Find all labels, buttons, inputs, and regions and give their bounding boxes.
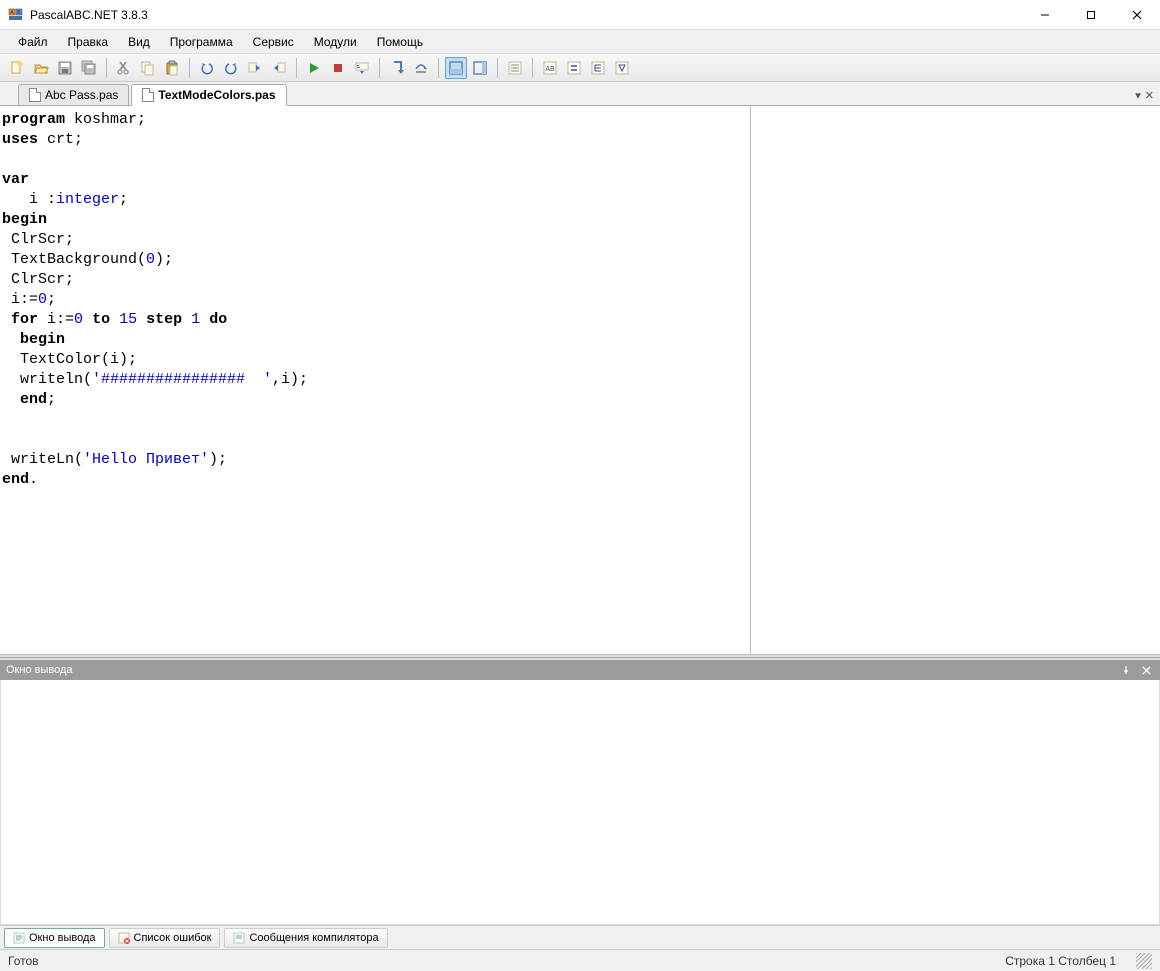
open-file-button[interactable] <box>30 57 52 79</box>
bottom-tab-errors[interactable]: Список ошибок <box>109 928 221 948</box>
tab-abc-pass[interactable]: Abc Pass.pas <box>18 84 129 105</box>
bottom-tab-label: Окно вывода <box>29 932 96 944</box>
step-into-button[interactable] <box>386 57 408 79</box>
bottom-tab-compiler[interactable]: Сообщения компилятора <box>224 928 387 948</box>
svg-text:AB: AB <box>545 66 555 73</box>
horizontal-splitter[interactable] <box>0 654 1160 660</box>
error-icon <box>118 932 130 944</box>
output-icon <box>13 932 25 944</box>
status-ready: Готов <box>8 954 1005 968</box>
toolbar-separator <box>296 58 297 78</box>
side-panel <box>750 106 1160 654</box>
menubar: Файл Правка Вид Программа Сервис Модули … <box>0 30 1160 54</box>
tab-dropdown-button[interactable]: ▾ <box>1135 89 1141 102</box>
maximize-button[interactable] <box>1068 0 1114 29</box>
undo-button[interactable] <box>196 57 218 79</box>
menu-edit[interactable]: Правка <box>58 32 119 52</box>
stop-button[interactable] <box>327 57 349 79</box>
nav-back-button[interactable] <box>244 57 266 79</box>
bottom-tab-label: Сообщения компилятора <box>249 932 378 944</box>
expand-button[interactable] <box>587 57 609 79</box>
output-panel-header: Окно вывода <box>0 660 1160 680</box>
pin-icon[interactable] <box>1118 662 1134 678</box>
output-panel-title: Окно вывода <box>6 664 1114 676</box>
close-panel-icon[interactable] <box>1138 662 1154 678</box>
cut-button[interactable] <box>113 57 135 79</box>
bottom-tab-label: Список ошибок <box>134 932 212 944</box>
format-button[interactable]: AB <box>539 57 561 79</box>
bottom-tab-output[interactable]: Окно вывода <box>4 928 105 948</box>
toggle-sidebar-button[interactable] <box>469 57 491 79</box>
menu-view[interactable]: Вид <box>118 32 160 52</box>
editor-tabs: Abc Pass.pas TextModeColors.pas ▾ ✕ <box>0 82 1160 106</box>
menu-program[interactable]: Программа <box>160 32 243 52</box>
copy-button[interactable] <box>137 57 159 79</box>
resize-grip-icon[interactable] <box>1136 953 1152 969</box>
menu-file[interactable]: Файл <box>8 32 58 52</box>
tab-label: TextModeColors.pas <box>158 88 275 102</box>
save-button[interactable] <box>54 57 76 79</box>
tab-textmodecolors[interactable]: TextModeColors.pas <box>131 84 286 106</box>
document-icon <box>29 88 41 102</box>
new-file-button[interactable] <box>6 57 28 79</box>
toolbar-separator <box>497 58 498 78</box>
toggle-output-panel-button[interactable] <box>445 57 467 79</box>
toolbar-separator <box>189 58 190 78</box>
redo-button[interactable] <box>220 57 242 79</box>
window-title: PascalABC.NET 3.8.3 <box>30 8 1022 22</box>
minimize-button[interactable] <box>1022 0 1068 29</box>
step-over-button[interactable] <box>410 57 432 79</box>
document-icon <box>142 88 154 102</box>
toolbar-separator <box>106 58 107 78</box>
window-controls <box>1022 0 1160 29</box>
menu-help[interactable]: Помощь <box>367 32 433 52</box>
close-button[interactable] <box>1114 0 1160 29</box>
tab-label: Abc Pass.pas <box>45 88 118 102</box>
menu-modules[interactable]: Модули <box>304 32 367 52</box>
toolbar-separator <box>532 58 533 78</box>
toolbar: AB <box>0 54 1160 82</box>
bottom-tabs: Окно вывода Список ошибок Сообщения комп… <box>0 925 1160 949</box>
save-all-button[interactable] <box>78 57 100 79</box>
toolbar-separator <box>379 58 380 78</box>
compile-button[interactable] <box>351 57 373 79</box>
statusbar: Готов Строка 1 Столбец 1 <box>0 949 1160 971</box>
menu-service[interactable]: Сервис <box>243 32 304 52</box>
titlebar: AB PascalABC.NET 3.8.3 <box>0 0 1160 30</box>
editor-area: program koshmar; uses crt; var i :intege… <box>0 106 1160 654</box>
nav-forward-button[interactable] <box>268 57 290 79</box>
generate-button[interactable] <box>611 57 633 79</box>
properties-button[interactable] <box>504 57 526 79</box>
app-icon: AB <box>8 7 24 23</box>
paste-button[interactable] <box>161 57 183 79</box>
toolbar-separator <box>438 58 439 78</box>
compiler-icon <box>233 932 245 944</box>
tab-close-button[interactable]: ✕ <box>1145 89 1154 102</box>
status-cursor-position: Строка 1 Столбец 1 <box>1005 954 1116 968</box>
collapse-button[interactable] <box>563 57 585 79</box>
code-editor[interactable]: program koshmar; uses crt; var i :intege… <box>0 106 750 654</box>
run-button[interactable] <box>303 57 325 79</box>
output-panel-body[interactable] <box>0 680 1160 925</box>
